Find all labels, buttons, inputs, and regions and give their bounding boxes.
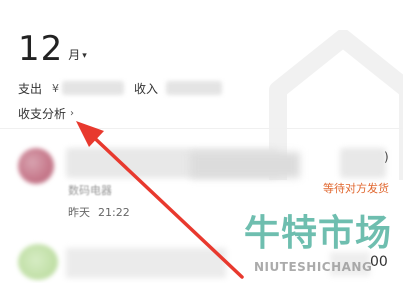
watermark-chinese: 牛特市场 xyxy=(244,213,393,254)
transaction-time: 昨天 21:22 xyxy=(68,204,130,220)
month-number: 12 xyxy=(18,29,64,69)
chevron-right-icon: › xyxy=(70,108,75,119)
expense-amount-redacted xyxy=(62,81,125,95)
income-label: 收入 xyxy=(134,81,159,96)
transaction-category: 数码电器 xyxy=(68,184,112,197)
monthly-summary: 支出 ¥ 收入 xyxy=(18,79,223,97)
bill-screen: 12 月 ▾ 支出 ¥ 收入 收支分析 › ) 数码电器 等待对方发货 昨天 21… xyxy=(0,0,403,283)
transaction-date: 昨天 xyxy=(68,206,90,219)
divider xyxy=(0,128,403,129)
transaction-clock: 21:22 xyxy=(98,206,130,219)
transaction-title-redacted[interactable] xyxy=(66,248,226,278)
transaction-title-redacted-part xyxy=(190,152,300,178)
caret-down-icon: ▾ xyxy=(82,51,87,61)
transaction-amount-tail: ) xyxy=(384,150,389,164)
merchant-avatar[interactable] xyxy=(18,244,58,280)
month-unit: 月 xyxy=(68,48,81,62)
expense-label: 支出 xyxy=(18,81,43,96)
income-expense-analysis-link[interactable]: 收支分析 › xyxy=(18,105,74,122)
merchant-avatar xyxy=(18,148,54,184)
analysis-label: 收支分析 xyxy=(18,107,67,121)
transaction-status: 等待对方发货 xyxy=(323,182,389,195)
site-watermark: 牛特市场 NIUTESHICHANG xyxy=(244,214,403,282)
income-amount-redacted xyxy=(166,81,223,95)
month-selector[interactable]: 12 月 ▾ xyxy=(18,26,87,66)
transaction-amount-redacted xyxy=(340,148,386,178)
expense-currency: ¥ xyxy=(52,81,60,95)
watermark-english: NIUTESHICHANG xyxy=(254,260,373,274)
